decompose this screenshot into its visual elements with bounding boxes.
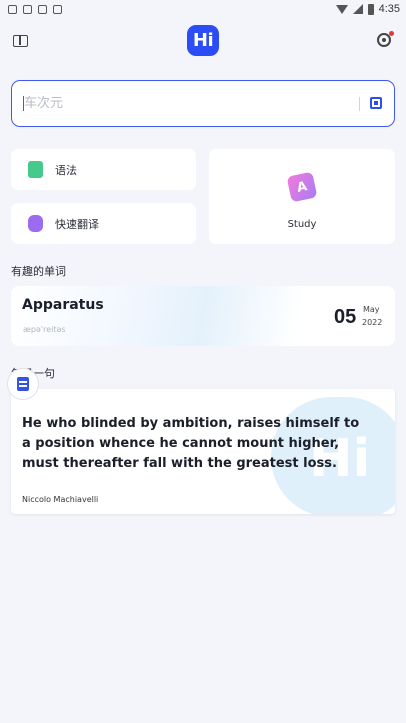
grammar-label: 语法 [55, 163, 77, 177]
study-button[interactable]: A Study [209, 149, 395, 244]
quick-translate-button[interactable]: 快速翻译 [11, 203, 196, 244]
word-text: Apparatus [22, 297, 104, 313]
search-box[interactable] [11, 80, 395, 127]
daily-quote-card[interactable]: Hi He who blinded by ambition, raises hi… [11, 389, 395, 514]
translate-chat-icon [28, 215, 43, 232]
quote-author: Niccolo Machiavelli [22, 495, 99, 504]
date-year: 2022 [362, 318, 383, 327]
search-divider [359, 97, 360, 111]
scan-icon[interactable] [370, 97, 382, 109]
study-label: Study [287, 219, 317, 230]
notification-icon [8, 4, 17, 14]
notification-dot [389, 31, 394, 36]
book-icon[interactable] [13, 35, 28, 47]
quote-text: He who blinded by ambition, raises himse… [22, 416, 360, 471]
battery-icon [367, 3, 374, 15]
word-of-day-card[interactable]: Apparatus æpəˈreitəs 05 May 2022 [11, 286, 395, 346]
status-icons-right: 4:35 [335, 3, 400, 15]
app-logo: Hi [187, 25, 219, 56]
floating-notes-button[interactable] [7, 368, 39, 400]
word-phonetic: æpəˈreitəs [23, 325, 66, 334]
sim-icon [38, 4, 47, 14]
grammar-button[interactable]: 语法 [11, 149, 196, 190]
document-icon [17, 377, 29, 391]
date-day: 05 [334, 306, 357, 328]
download-icon [53, 4, 62, 14]
status-bar: 4:35 [0, 0, 406, 18]
search-input[interactable] [23, 96, 323, 111]
sync-icon [23, 4, 32, 14]
status-time: 4:35 [378, 3, 400, 15]
grammar-book-icon [28, 161, 43, 178]
status-icons-left [8, 4, 62, 14]
interesting-words-title: 有趣的单词 [11, 265, 66, 278]
app-header: Hi [0, 22, 406, 62]
date-month: May [363, 305, 380, 314]
app-screen: 4:35 Hi 语法 快速翻译 A Study 有趣的单词 Apparatus … [0, 0, 406, 723]
signal-icon [352, 4, 363, 14]
study-card-icon: A [286, 171, 318, 203]
quick-translate-label: 快速翻译 [55, 217, 99, 231]
wifi-icon [335, 4, 348, 14]
